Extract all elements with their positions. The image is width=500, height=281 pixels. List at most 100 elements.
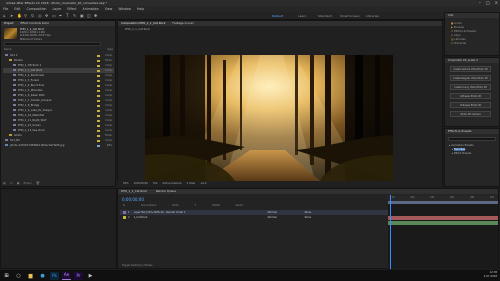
cinematic-kit-button[interactable]: Create Regular Vista Photo 3D bbox=[450, 75, 491, 81]
playhead[interactable] bbox=[390, 195, 391, 269]
effects-item[interactable]: ▸ Effect Presets bbox=[449, 152, 499, 156]
timeline-column-header[interactable]: TrkMat bbox=[212, 204, 220, 208]
viewer-footer-control[interactable]: 50% bbox=[123, 181, 129, 187]
layer-mode[interactable]: Normal bbox=[268, 211, 277, 214]
eraser-tool-icon[interactable]: ◫ bbox=[87, 14, 91, 18]
timeline-current-time[interactable]: 0;00;00;00 bbox=[122, 197, 144, 202]
layer-parent[interactable]: None bbox=[305, 211, 312, 214]
comp-breadcrumb-label[interactable]: PHO_1_1_Cat Rock bbox=[125, 27, 150, 31]
cinematic-kit-button[interactable]: Unfreeze Photo 3D bbox=[450, 102, 491, 108]
viewer-footer-control[interactable]: 1 View bbox=[186, 181, 195, 187]
timeline-layer-row[interactable]: 2 1_Cat Rock Normal None bbox=[120, 215, 388, 220]
composition-viewer[interactable] bbox=[145, 55, 393, 181]
tab-footage[interactable]: Footage (none) bbox=[172, 21, 193, 26]
right-info-align[interactable]: Align bbox=[454, 34, 461, 37]
new-folder-icon[interactable]: ▭ bbox=[10, 181, 13, 185]
type-tool-icon[interactable]: T bbox=[66, 14, 70, 18]
project-list-item[interactable]: photo-1470071459604-3b5ec3a7fe05.jpg JPEG bbox=[3, 143, 114, 148]
rectangle-tool-icon[interactable]: ▭ bbox=[52, 14, 56, 18]
composition-icon bbox=[5, 138, 8, 142]
label-color-swatch bbox=[97, 139, 100, 142]
tab-composition[interactable]: Composition PHO_1_1_Cat Rock bbox=[121, 21, 165, 26]
cinematic-kit-button[interactable]: Unfreeze Photo 3D bbox=[450, 93, 491, 99]
right-info-preview[interactable]: Preview bbox=[454, 26, 464, 29]
timeline-column-header[interactable]: Parent bbox=[236, 204, 243, 208]
system-tray-clock[interactable]: 12:38 2.07.2018 bbox=[484, 271, 497, 279]
layer-bar-1[interactable] bbox=[388, 216, 498, 220]
home-icon[interactable]: ⌂ bbox=[3, 14, 7, 18]
viewer-footer-control[interactable]: 0;00;00;00 bbox=[134, 181, 148, 187]
camera-tool-icon[interactable]: ◎ bbox=[38, 14, 42, 18]
project-search-input[interactable] bbox=[4, 42, 101, 46]
layer-parent[interactable]: None bbox=[305, 216, 312, 219]
tab-effect-controls[interactable]: Effect Controls Solid bbox=[20, 21, 48, 26]
workspace-learn[interactable]: Learn bbox=[298, 13, 306, 19]
after-effects-icon[interactable]: Ae bbox=[62, 271, 71, 280]
layer-mode[interactable]: Normal bbox=[268, 216, 277, 219]
tab-render-queue[interactable]: Render Queue bbox=[156, 189, 176, 193]
brush-tool-icon[interactable]: ✎ bbox=[73, 14, 77, 18]
label-color-swatch bbox=[97, 79, 100, 82]
pen-tool-icon[interactable]: ✒ bbox=[59, 14, 63, 18]
column-name[interactable]: Name bbox=[4, 48, 11, 52]
selection-tool-icon[interactable]: ➤ bbox=[10, 14, 14, 18]
project-item-label: PHO_1_5_Mountain bbox=[18, 89, 43, 92]
timeline-column-header[interactable]: T bbox=[195, 204, 196, 208]
project-item-label: PHO_1_11_Night_Wolf bbox=[18, 119, 47, 122]
puppet-tool-icon[interactable]: ✱ bbox=[94, 14, 98, 18]
viewer-footer-control[interactable]: +0.0 bbox=[200, 181, 206, 187]
project-list: SV1 1 Comp Photos Folder PHO_1_HD Rock 1 Comp… bbox=[3, 53, 114, 148]
timeline-column-header[interactable]: Source Name bbox=[141, 204, 156, 208]
bit-depth-label[interactable]: 8 bpc bbox=[24, 181, 32, 185]
right-info-character[interactable]: Character bbox=[454, 42, 467, 45]
work-area-bar[interactable] bbox=[388, 201, 498, 204]
file-explorer-icon[interactable]: ▆ bbox=[26, 272, 35, 280]
workspace-default[interactable]: Default bbox=[272, 13, 283, 19]
timeline-footer[interactable]: Toggle Switches / Modes bbox=[122, 264, 153, 267]
layer-label-color bbox=[123, 210, 126, 214]
browser-icon[interactable]: ● bbox=[38, 272, 47, 280]
zoom-tool-icon[interactable]: ⚲ bbox=[24, 14, 28, 18]
viewer-footer-control[interactable]: Active Camera bbox=[162, 181, 181, 187]
photoshop-icon[interactable]: Ps bbox=[50, 271, 59, 280]
composition-icon bbox=[13, 68, 16, 72]
tab-info[interactable]: Info bbox=[448, 13, 453, 17]
cinematic-kit-button[interactable]: Photo 3D Camera bbox=[450, 111, 491, 117]
cinematic-kit-button[interactable]: Create Curvy Vista Photo 3D bbox=[450, 84, 491, 90]
timeline-panel: PHO_1_1_Cat Rock Render Queue 0;00;00;00… bbox=[117, 188, 499, 269]
rotate-tool-icon[interactable]: ↻ bbox=[31, 14, 35, 18]
tab-project[interactable]: Project bbox=[4, 21, 14, 26]
composition-footer: 50% 0;00;00;00 Full Active Camera 1 View +0.0 bbox=[117, 181, 442, 187]
label-color-swatch bbox=[97, 144, 100, 147]
tab-timeline-comp[interactable]: PHO_1_1_Cat Rock bbox=[121, 189, 147, 193]
workspace-small-screen[interactable]: Small Screen bbox=[340, 13, 360, 19]
right-info-audio[interactable]: Audio bbox=[454, 22, 461, 25]
composition-icon bbox=[13, 108, 16, 112]
media-player-icon[interactable]: ▶ bbox=[86, 272, 95, 280]
cinematic-kit-button[interactable]: Create Vertical Vista Photo 3D bbox=[450, 66, 491, 72]
layer-bar-2[interactable] bbox=[388, 221, 498, 225]
project-item-label: PHO_1_13_Sea_Rock bbox=[18, 129, 45, 132]
premiere-icon[interactable]: Pr bbox=[74, 271, 83, 280]
trash-icon[interactable]: 🗑 bbox=[36, 181, 40, 185]
stamp-tool-icon[interactable]: ▣ bbox=[80, 14, 84, 18]
new-comp-icon[interactable]: ▣ bbox=[17, 181, 20, 185]
hand-tool-icon[interactable]: ✋ bbox=[17, 14, 22, 18]
project-item-colors: Millions of Colors bbox=[20, 37, 42, 41]
effects-search-input[interactable] bbox=[448, 137, 496, 141]
timeline-column-header[interactable]: Mode bbox=[172, 204, 178, 208]
interpret-footage-icon[interactable]: ▤ bbox=[3, 181, 6, 185]
workspace-standard[interactable]: Standard bbox=[318, 13, 332, 19]
search-icon[interactable]: ○ bbox=[14, 272, 23, 280]
windows-start-icon[interactable]: ⊞ bbox=[2, 272, 11, 280]
project-item-label: PHO_1_3_Forest bbox=[18, 79, 39, 82]
right-info-libraries[interactable]: Libraries bbox=[454, 38, 465, 41]
right-info-effects[interactable]: Effects & Presets bbox=[454, 30, 476, 33]
timeline-column-header[interactable]: # bbox=[123, 204, 125, 208]
viewer-footer-control[interactable]: Full bbox=[153, 181, 157, 187]
column-type[interactable]: Type bbox=[107, 48, 113, 52]
workspace-libraries[interactable]: Libraries bbox=[366, 13, 379, 19]
after-effects-window: Adobe After Effects CC 2018 - Photo_cine… bbox=[0, 0, 500, 281]
pan-behind-icon[interactable]: ✥ bbox=[45, 14, 49, 18]
composition-icon bbox=[13, 73, 16, 77]
